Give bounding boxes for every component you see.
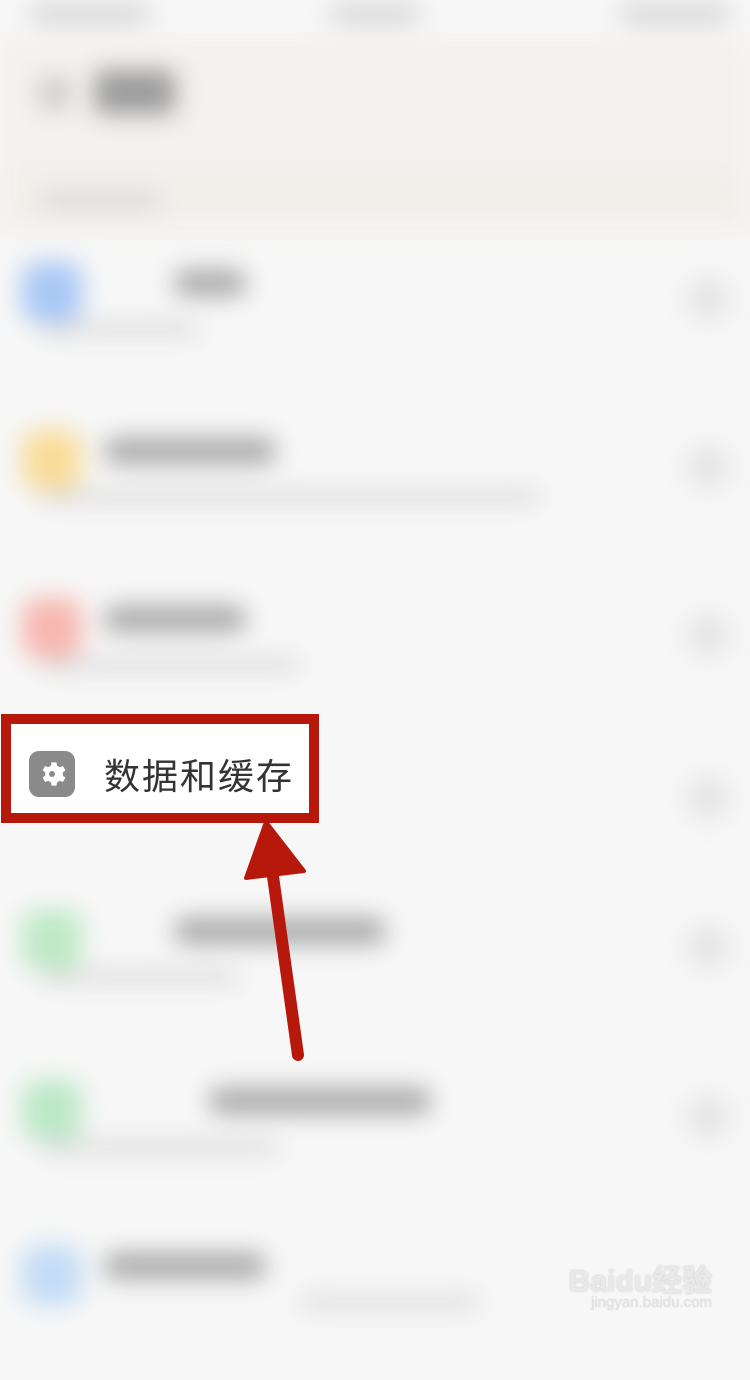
watermark-url: jingyan.baidu.com (591, 1294, 712, 1311)
baidu-watermark: Baidu经验 jingyan.baidu.com (569, 1256, 712, 1316)
annotation-arrow (244, 820, 306, 1061)
